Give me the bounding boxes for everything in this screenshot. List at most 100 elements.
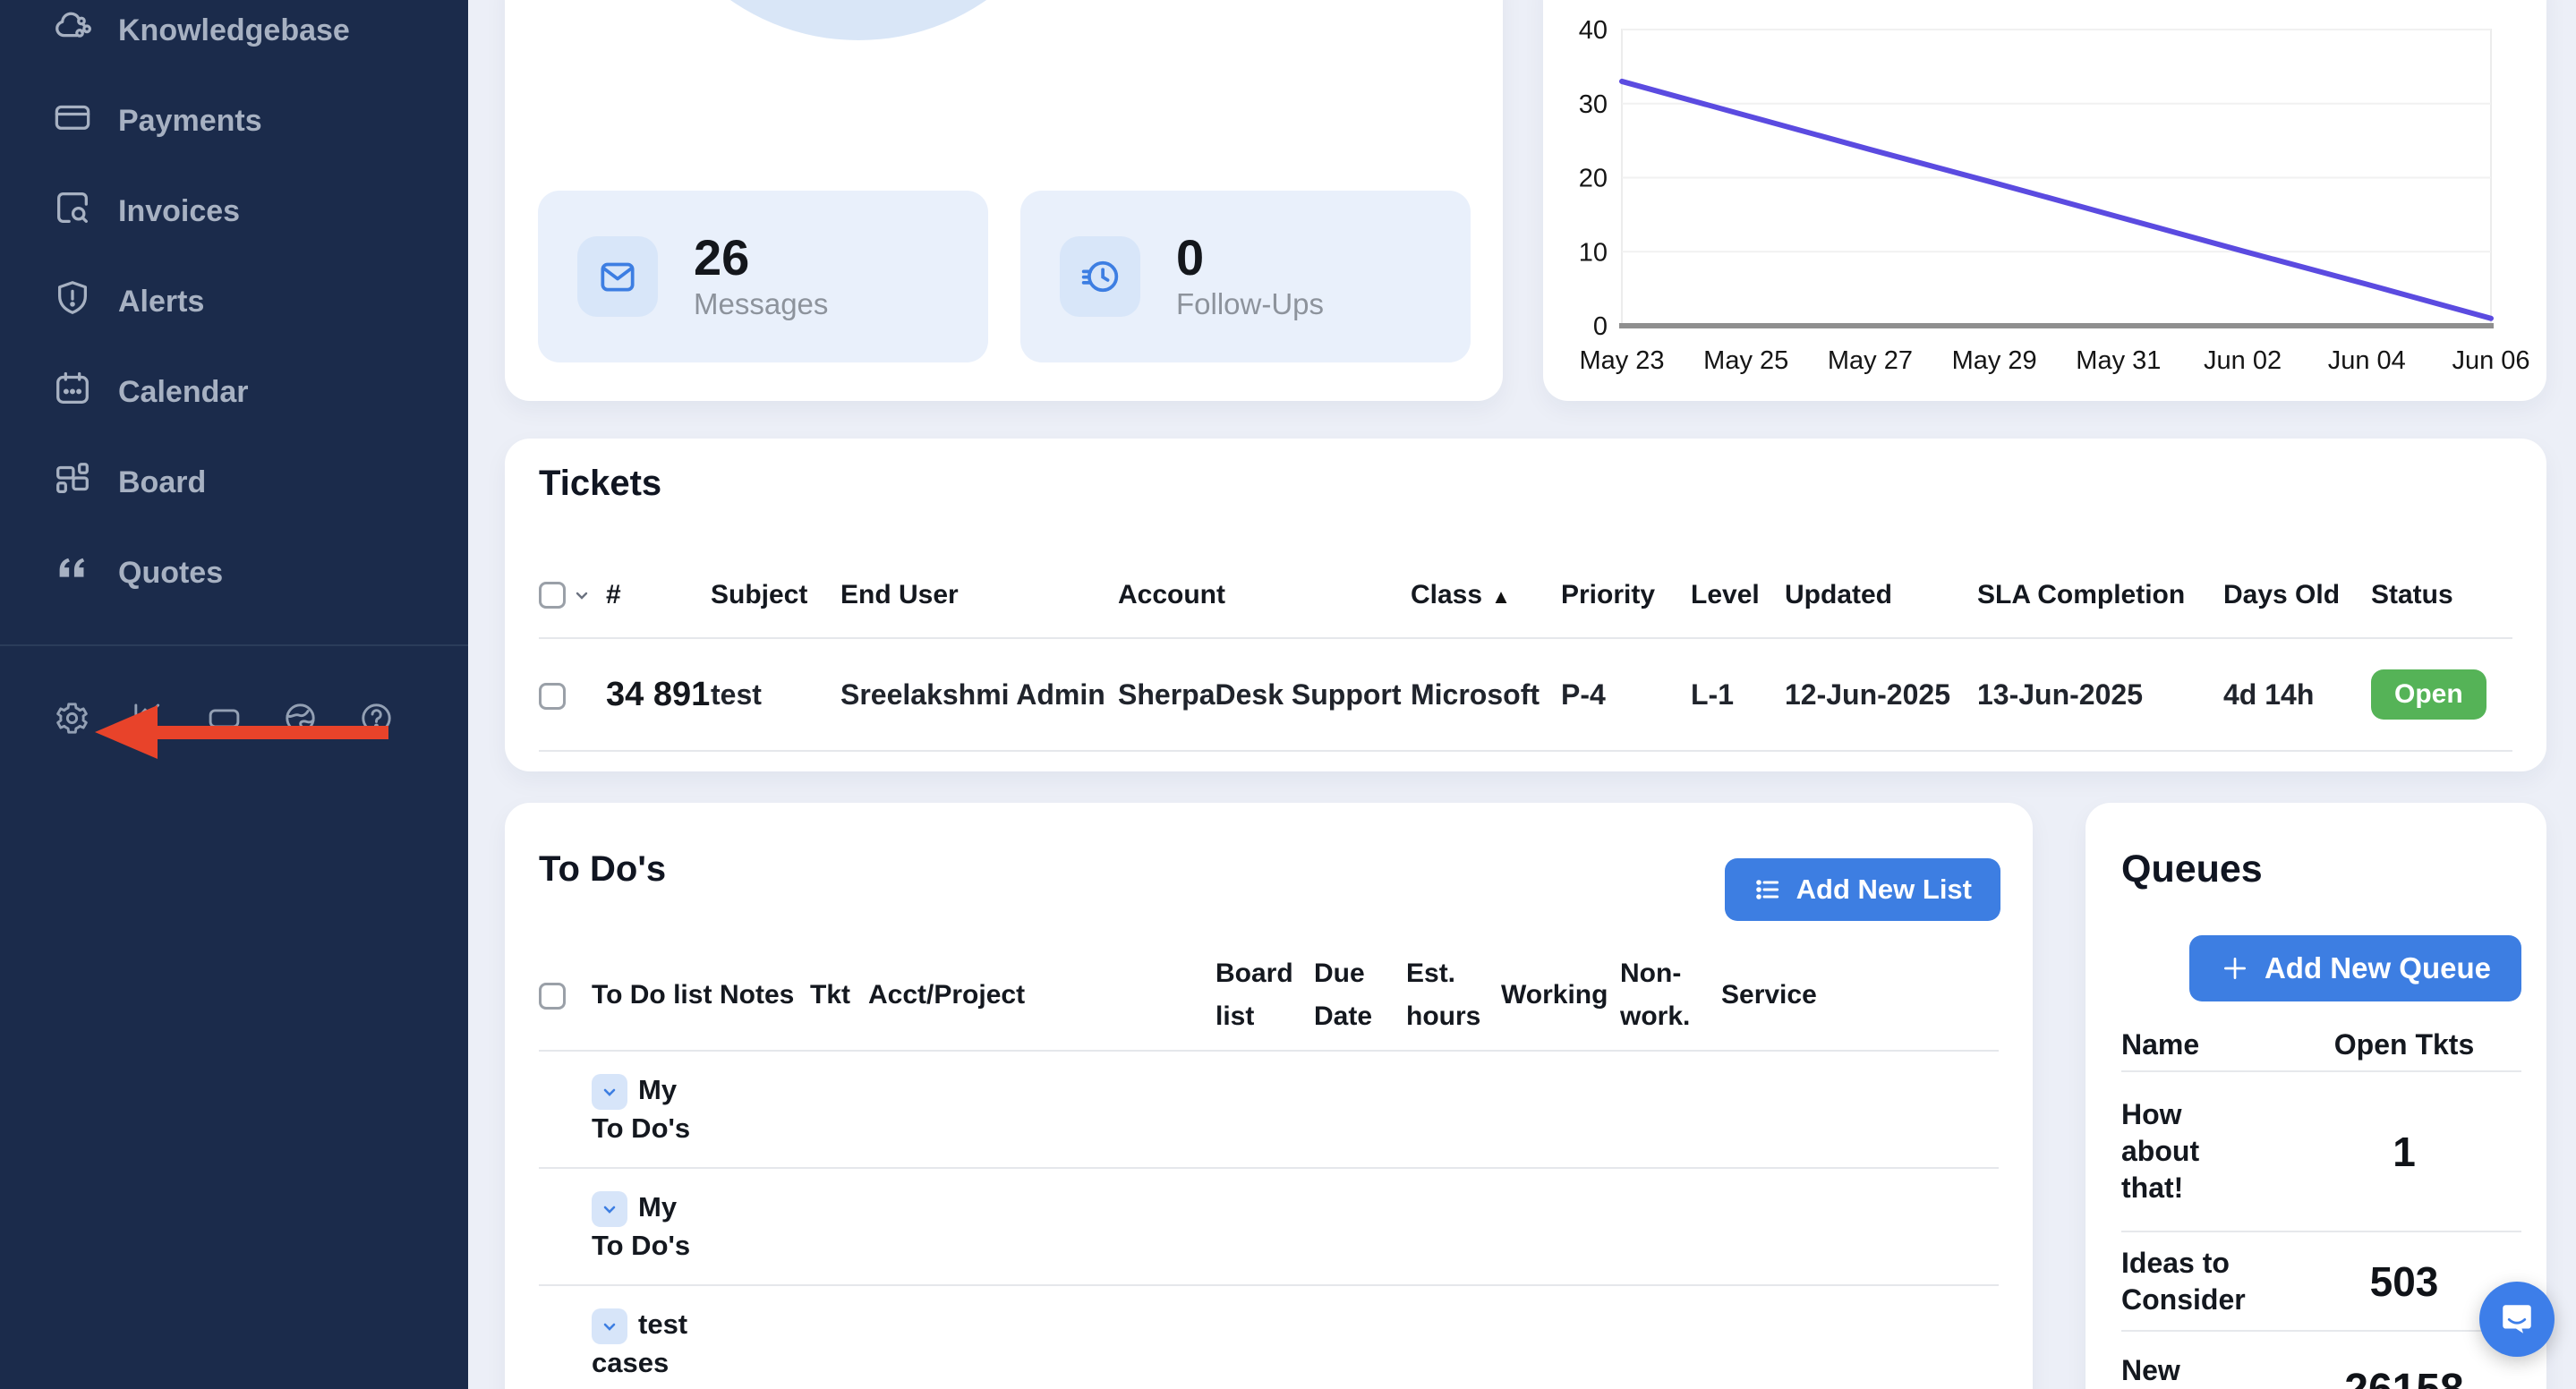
sidebar-item-label: Quotes xyxy=(118,556,223,591)
svg-text:May 29: May 29 xyxy=(1952,346,2037,375)
ticket-days-old: 4d 14h xyxy=(2223,678,2371,712)
sidebar-item-label: Alerts xyxy=(118,285,204,320)
col-level[interactable]: Level xyxy=(1691,580,1785,610)
queues-card: Queues Add New Queue Name Open Tkts Howa… xyxy=(2086,803,2546,1389)
sidebar-nav: Knowledgebase Payments Invoices xyxy=(0,0,468,618)
messages-stat-tile[interactable]: 26 Messages xyxy=(538,191,988,362)
ticket-class: Microsoft xyxy=(1411,678,1561,712)
sidebar-item-calendar[interactable]: Calendar xyxy=(0,347,468,438)
col-board-list: Board list xyxy=(1215,952,1314,1038)
ticket-row-checkbox[interactable] xyxy=(539,683,566,710)
col-days-old[interactable]: Days Old xyxy=(2223,580,2371,610)
queue-row[interactable]: NewTickets 26158 xyxy=(2121,1330,2521,1389)
chevron-down-icon[interactable] xyxy=(571,584,593,606)
alerts-icon xyxy=(52,277,93,327)
svg-text:Jun 04: Jun 04 xyxy=(2328,346,2406,375)
todos-rows: MyTo Do's MyTo Do's testcases xyxy=(539,1050,1999,1389)
ticket-subject[interactable]: test xyxy=(711,678,840,712)
sidebar-item-label: Calendar xyxy=(118,375,249,410)
followups-label: Follow-Ups xyxy=(1176,287,1324,321)
queue-row[interactable]: Ideas toConsider 503 xyxy=(2121,1231,2521,1330)
select-all-cell xyxy=(539,582,606,609)
svg-text:10: 10 xyxy=(1579,238,1608,267)
col-number[interactable]: # xyxy=(606,580,711,610)
expand-chevron-button[interactable] xyxy=(592,1191,627,1227)
col-queue-name: Name xyxy=(2121,1028,2287,1061)
ticket-priority: P-4 xyxy=(1561,678,1691,712)
todo-row[interactable]: MyTo Do's xyxy=(539,1052,1999,1169)
sidebar-item-knowledgebase[interactable]: Knowledgebase xyxy=(0,0,468,76)
ticket-level: L-1 xyxy=(1691,678,1785,712)
ticket-updated: 12-Jun-2025 xyxy=(1785,678,1977,712)
sidebar-item-label: Payments xyxy=(118,104,262,139)
calendar-icon xyxy=(52,368,93,417)
queues-title: Queues xyxy=(2121,848,2263,891)
sidebar-item-invoices[interactable]: Invoices xyxy=(0,166,468,257)
col-tkt: Tkt xyxy=(810,974,868,1017)
globe-icon[interactable] xyxy=(282,700,319,737)
col-due-date: Due Date xyxy=(1314,952,1406,1038)
sidebar-item-board[interactable]: Board xyxy=(0,438,468,528)
todo-list-name: MyTo Do's xyxy=(592,1071,720,1147)
col-updated[interactable]: Updated xyxy=(1785,580,1977,610)
tickets-pie-chart xyxy=(635,0,1082,40)
followups-stat-tile[interactable]: 0 Follow-Ups xyxy=(1020,191,1471,362)
todo-row[interactable]: testcases xyxy=(539,1286,1999,1389)
col-non-work: Non-work. xyxy=(1620,952,1721,1038)
svg-text:May 31: May 31 xyxy=(2076,346,2161,375)
ticket-end-user: Sreelakshmi Admin xyxy=(840,678,1118,712)
col-sla-completion[interactable]: SLA Completion xyxy=(1977,580,2223,610)
analytics-icon[interactable] xyxy=(130,700,166,737)
settings-gear-icon[interactable] xyxy=(54,700,90,737)
col-subject[interactable]: Subject xyxy=(711,580,840,610)
col-account[interactable]: Account xyxy=(1118,580,1411,610)
display-icon[interactable] xyxy=(206,700,243,737)
col-est-hours: Est. hours xyxy=(1406,952,1501,1038)
ticket-number[interactable]: 34 891 xyxy=(606,676,711,714)
status-badge[interactable]: Open xyxy=(2371,669,2486,720)
invoices-icon xyxy=(52,187,93,236)
tickets-card: Tickets # Subject End User Account Class… xyxy=(505,439,2546,771)
sidebar-item-label: Invoices xyxy=(118,194,240,229)
help-icon[interactable] xyxy=(358,700,395,737)
expand-chevron-button[interactable] xyxy=(592,1308,627,1344)
col-status[interactable]: Status xyxy=(2371,580,2512,610)
col-working: Working xyxy=(1501,974,1620,1017)
list-icon xyxy=(1753,875,1782,904)
queue-row[interactable]: Howaboutthat! 1 xyxy=(2121,1070,2521,1231)
svg-text:20: 20 xyxy=(1579,165,1608,193)
svg-text:May 27: May 27 xyxy=(1828,346,1913,375)
overview-card: 26 Messages 0 Follow-Ups xyxy=(505,0,1503,401)
quotes-icon xyxy=(52,549,93,598)
ticket-row[interactable]: 34 891 test Sreelakshmi Admin SherpaDesk… xyxy=(539,641,2512,748)
chat-launcher-button[interactable] xyxy=(2479,1282,2555,1357)
col-class[interactable]: Class▲ xyxy=(1411,580,1561,610)
svg-text:Jun 02: Jun 02 xyxy=(2204,346,2282,375)
col-notes: Notes xyxy=(720,974,810,1017)
add-new-list-button[interactable]: Add New List xyxy=(1725,858,2000,921)
sidebar-divider xyxy=(0,644,468,646)
svg-text:30: 30 xyxy=(1579,90,1608,119)
divider xyxy=(539,637,2512,639)
todos-select-all-checkbox[interactable] xyxy=(539,983,566,1010)
col-end-user[interactable]: End User xyxy=(840,580,1118,610)
queues-rows: Howaboutthat! 1 Ideas toConsider 503 New… xyxy=(2121,1070,2521,1389)
sidebar-item-alerts[interactable]: Alerts xyxy=(0,257,468,347)
add-new-queue-button[interactable]: Add New Queue xyxy=(2189,935,2521,1001)
plus-icon xyxy=(2220,953,2250,984)
todos-card: To Do's Add New List To Do list Notes Tk… xyxy=(505,803,2033,1389)
col-service: Service xyxy=(1721,974,1999,1017)
svg-text:May 23: May 23 xyxy=(1579,346,1664,375)
svg-text:Jun 06: Jun 06 xyxy=(2452,346,2529,375)
queues-table-header: Name Open Tkts xyxy=(2121,1018,2521,1071)
col-priority[interactable]: Priority xyxy=(1561,580,1691,610)
queue-name: NewTickets xyxy=(2121,1352,2287,1389)
sidebar-footer-icons xyxy=(54,700,395,737)
todo-row[interactable]: MyTo Do's xyxy=(539,1169,1999,1286)
expand-chevron-button[interactable] xyxy=(592,1074,627,1110)
sort-asc-icon: ▲ xyxy=(1491,585,1511,608)
sidebar-item-quotes[interactable]: Quotes xyxy=(0,528,468,618)
col-todo-list: To Do list xyxy=(592,974,720,1017)
sidebar-item-payments[interactable]: Payments xyxy=(0,76,468,166)
select-all-checkbox[interactable] xyxy=(539,582,566,609)
